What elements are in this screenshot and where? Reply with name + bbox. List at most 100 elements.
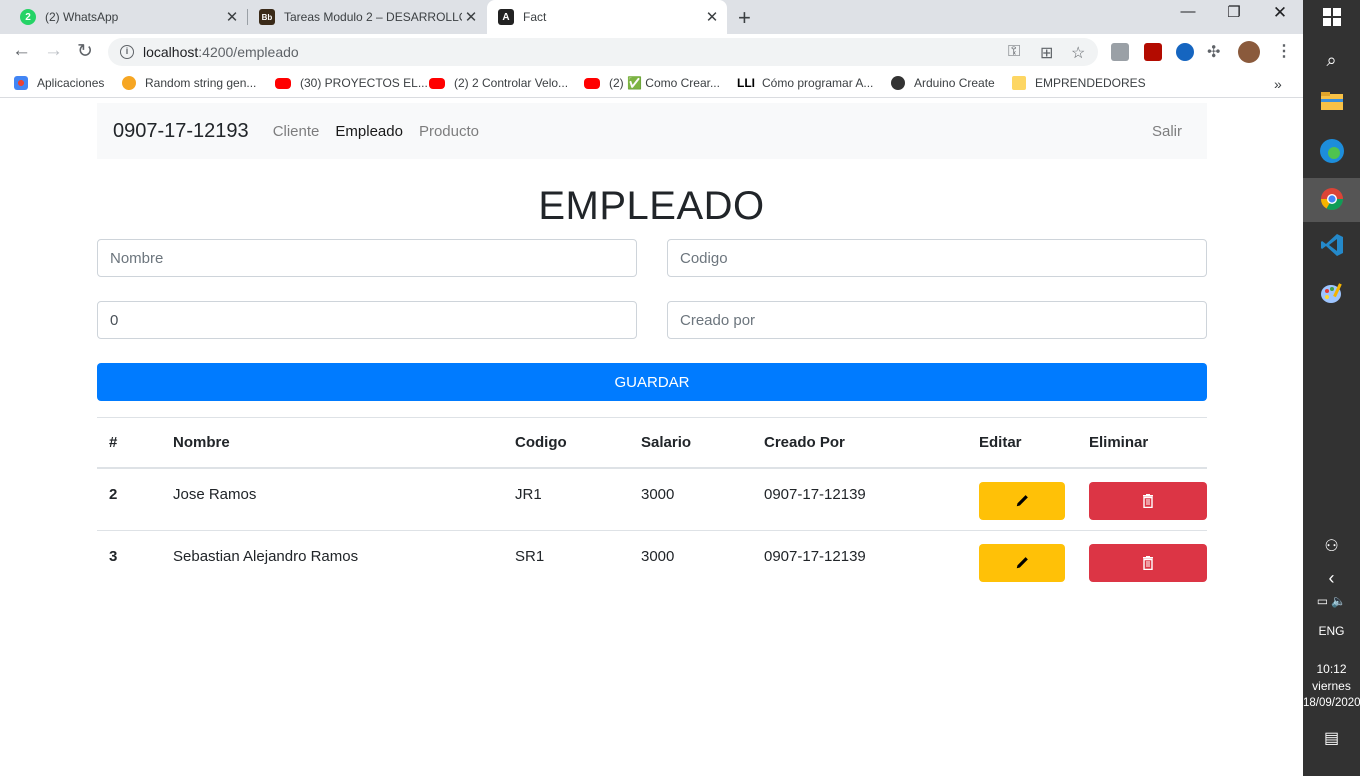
acrobat-icon[interactable] bbox=[1144, 43, 1162, 61]
edge-icon[interactable] bbox=[1303, 138, 1360, 168]
window-close-icon[interactable]: ✕ bbox=[1257, 3, 1303, 23]
cell-codigo: JR1 bbox=[503, 467, 629, 531]
cell-editar bbox=[967, 530, 1077, 594]
close-icon[interactable]: ✕ bbox=[462, 8, 480, 26]
battery-volume-icon[interactable]: ▭ 🔈 bbox=[1303, 594, 1360, 608]
maximize-icon[interactable]: ❐ bbox=[1211, 3, 1257, 21]
chevron-left-icon[interactable]: ‹ bbox=[1303, 568, 1360, 589]
reload-icon[interactable]: ↻ bbox=[77, 40, 93, 63]
tab-fact[interactable]: A Fact ✕ bbox=[487, 0, 727, 34]
close-icon[interactable]: ✕ bbox=[703, 8, 721, 26]
bookmark-label: EMPRENDEDORES bbox=[1035, 76, 1146, 90]
navbar-brand[interactable]: 0907-17-12193 bbox=[113, 120, 249, 143]
edit-button[interactable] bbox=[979, 544, 1065, 582]
star-icon[interactable]: ☆ bbox=[1071, 43, 1085, 63]
bookmark-label: (30) PROYECTOS EL... bbox=[300, 76, 428, 90]
bookmark-label: Aplicaciones bbox=[37, 76, 105, 90]
avatar[interactable] bbox=[1238, 41, 1260, 63]
notifications-icon[interactable]: ▤ bbox=[1303, 728, 1360, 748]
pencil-icon bbox=[1016, 557, 1028, 569]
more-bookmarks-icon[interactable]: » bbox=[1274, 76, 1282, 92]
header-creado-por: Creado Por bbox=[752, 417, 967, 469]
cell-editar bbox=[967, 467, 1077, 531]
back-icon[interactable]: ← bbox=[12, 40, 31, 62]
cell-id: 3 bbox=[97, 530, 161, 594]
cell-salario: 3000 bbox=[629, 530, 752, 594]
bookmark-label: Random string gen... bbox=[145, 76, 257, 90]
cell-creado-por: 0907-17-12139 bbox=[752, 467, 967, 531]
idm-icon[interactable] bbox=[1176, 43, 1194, 61]
delete-button[interactable] bbox=[1089, 544, 1207, 582]
nav-empleado[interactable]: Empleado bbox=[335, 123, 403, 140]
nav-salir[interactable]: Salir bbox=[1152, 123, 1182, 140]
address-bar[interactable]: i localhost:4200/empleado ⚿ ⊞ ☆ bbox=[108, 38, 1098, 66]
cell-eliminar bbox=[1077, 530, 1207, 594]
bookmark-proyectos[interactable]: (30) PROYECTOS EL... bbox=[275, 76, 428, 90]
windows-start-icon[interactable] bbox=[1303, 8, 1360, 32]
youtube-icon bbox=[429, 77, 445, 89]
page-content: 0907-17-12193 Cliente Empleado Producto … bbox=[0, 98, 1303, 776]
random-icon bbox=[122, 76, 136, 90]
whatsapp-icon: 2 bbox=[20, 9, 36, 25]
minimize-icon[interactable]: — bbox=[1165, 3, 1211, 20]
nombre-input[interactable] bbox=[97, 239, 637, 277]
key-icon[interactable]: ⚿ bbox=[1008, 43, 1020, 61]
bookmark-label: (2) ✅ Como Crear... bbox=[609, 76, 720, 90]
bookmark-arduino[interactable]: Arduino Create bbox=[891, 76, 995, 90]
extensions-icon[interactable]: ✣ bbox=[1207, 42, 1220, 62]
language-indicator[interactable]: ENG bbox=[1303, 623, 1360, 640]
shield-ext-icon[interactable] bbox=[1111, 43, 1129, 61]
header-id: # bbox=[97, 417, 161, 469]
forward-icon[interactable]: → bbox=[44, 40, 63, 62]
chrome-icon[interactable] bbox=[1303, 178, 1360, 222]
people-icon[interactable]: ⚇ bbox=[1303, 536, 1360, 556]
windows-taskbar: ⌕ ⚇ ‹ ▭ 🔈 ENG 10:12 viernes 18/09/2020 ▤ bbox=[1303, 0, 1360, 776]
tab-tareas[interactable]: Bb Tareas Modulo 2 – DESARROLLO ✕ bbox=[248, 0, 486, 34]
url-path: :4200/empleado bbox=[198, 44, 299, 60]
nav-cliente[interactable]: Cliente bbox=[273, 123, 320, 140]
clock-time[interactable]: 10:12 bbox=[1303, 661, 1360, 678]
folder-icon bbox=[1012, 76, 1026, 90]
bookmark-aplicaciones[interactable]: Aplicaciones bbox=[14, 76, 104, 90]
bookmark-controlar[interactable]: (2) 2 Controlar Velo... bbox=[429, 76, 568, 90]
bookmark-label: Cómo programar A... bbox=[762, 76, 874, 90]
search-icon[interactable]: ⌕ bbox=[1303, 50, 1360, 71]
cell-nombre: Sebastian Alejandro Ramos bbox=[161, 530, 503, 594]
cell-eliminar bbox=[1077, 467, 1207, 531]
nav-producto[interactable]: Producto bbox=[419, 123, 479, 140]
info-icon[interactable]: i bbox=[120, 45, 134, 59]
url-host: localhost bbox=[143, 44, 199, 60]
close-icon[interactable]: ✕ bbox=[223, 8, 241, 26]
vscode-icon[interactable] bbox=[1303, 233, 1360, 263]
tab-title: Tareas Modulo 2 – DESARROLLO bbox=[284, 10, 462, 24]
bookmark-como-crear[interactable]: (2) ✅ Como Crear... bbox=[584, 76, 720, 90]
delete-button[interactable] bbox=[1089, 481, 1207, 520]
file-explorer-icon[interactable] bbox=[1303, 92, 1360, 122]
translate-icon[interactable]: ⊞ bbox=[1040, 43, 1053, 63]
menu-icon[interactable]: ⋮ bbox=[1276, 41, 1292, 61]
navbar: 0907-17-12193 Cliente Empleado Producto … bbox=[97, 103, 1207, 159]
cell-salario: 3000 bbox=[629, 467, 752, 531]
bookmark-emprendedores[interactable]: EMPRENDEDORES bbox=[1012, 76, 1146, 90]
clock-day: viernes bbox=[1312, 679, 1351, 693]
bookmarks-bar: Aplicaciones Random string gen... (30) P… bbox=[0, 70, 1303, 98]
paint-icon[interactable] bbox=[1303, 281, 1360, 311]
new-tab-icon[interactable]: + bbox=[738, 5, 751, 31]
pencil-icon bbox=[1016, 494, 1028, 506]
bookmark-label: (2) 2 Controlar Velo... bbox=[454, 76, 569, 90]
blackboard-icon: Bb bbox=[259, 9, 275, 25]
bookmark-como-programar[interactable]: LLI Cómo programar A... bbox=[737, 76, 873, 90]
header-nombre: Nombre bbox=[161, 417, 503, 469]
tab-title: Fact bbox=[523, 10, 547, 24]
tab-strip: 2 (2) WhatsApp ✕ Bb Tareas Modulo 2 – DE… bbox=[0, 0, 1303, 34]
cell-id: 2 bbox=[97, 467, 161, 531]
header-editar: Editar bbox=[967, 417, 1077, 469]
tab-whatsapp[interactable]: 2 (2) WhatsApp ✕ bbox=[0, 0, 247, 34]
edit-button[interactable] bbox=[979, 481, 1065, 520]
salario-input[interactable] bbox=[97, 301, 637, 339]
codigo-input[interactable] bbox=[667, 239, 1207, 277]
header-codigo: Codigo bbox=[503, 417, 629, 469]
creado-por-input[interactable] bbox=[667, 301, 1207, 339]
guardar-button[interactable]: GUARDAR bbox=[97, 363, 1207, 401]
bookmark-random[interactable]: Random string gen... bbox=[122, 76, 256, 90]
